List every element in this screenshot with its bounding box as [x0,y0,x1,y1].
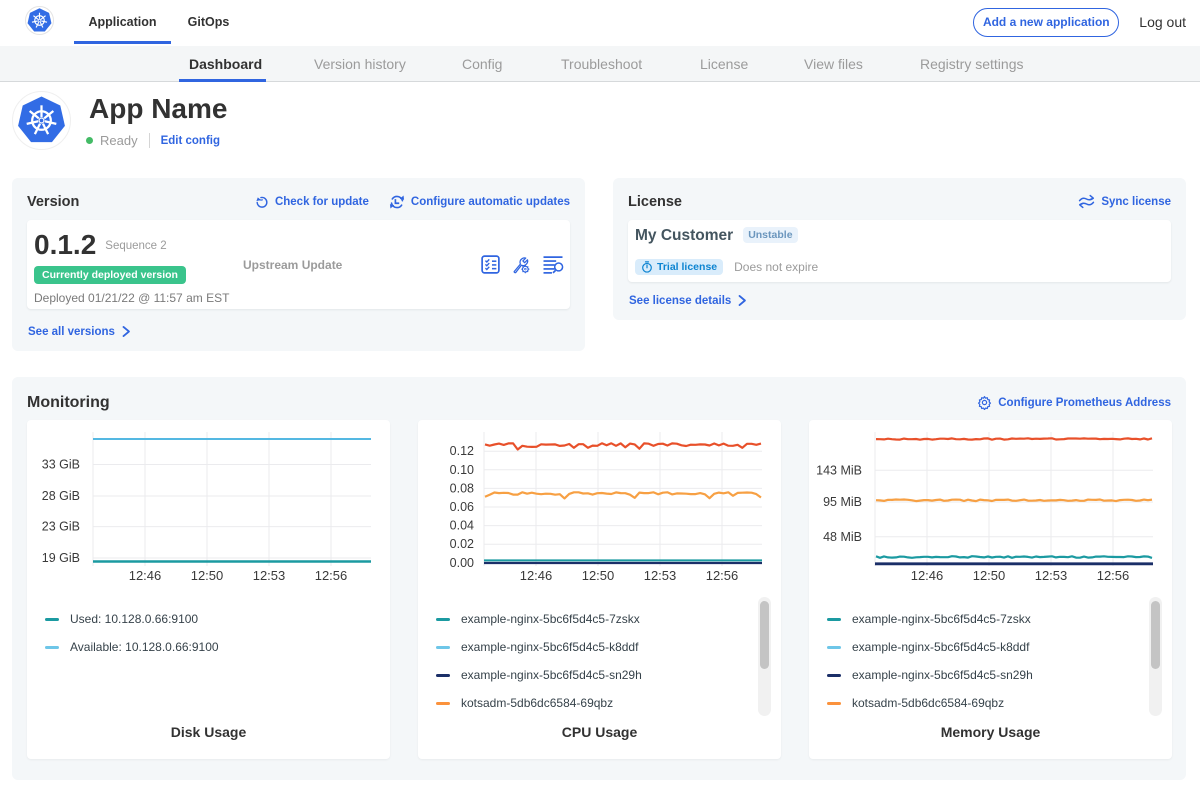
svg-text:12:46: 12:46 [911,568,944,583]
svg-text:0.08: 0.08 [450,481,474,495]
svg-text:12:56: 12:56 [1097,568,1130,583]
svg-text:0.12: 0.12 [450,444,474,458]
svg-text:143 MiB: 143 MiB [816,463,862,477]
svg-text:23 GiB: 23 GiB [42,520,80,534]
svg-text:12:50: 12:50 [973,568,1006,583]
svg-text:48 MiB: 48 MiB [823,530,862,544]
svg-text:0.06: 0.06 [450,500,474,514]
svg-text:12:46: 12:46 [129,568,162,583]
svg-text:0.04: 0.04 [450,519,474,533]
svg-text:12:56: 12:56 [315,568,348,583]
svg-text:12:53: 12:53 [644,568,677,583]
svg-text:95 MiB: 95 MiB [823,495,862,509]
svg-text:19 GiB: 19 GiB [42,551,80,565]
svg-text:28 GiB: 28 GiB [42,489,80,503]
svg-text:12:50: 12:50 [582,568,615,583]
svg-text:33 GiB: 33 GiB [42,458,80,472]
svg-text:12:53: 12:53 [253,568,286,583]
svg-text:12:46: 12:46 [520,568,553,583]
svg-text:0.00: 0.00 [450,556,474,570]
svg-text:12:53: 12:53 [1035,568,1068,583]
svg-text:0.10: 0.10 [450,463,474,477]
svg-text:12:50: 12:50 [191,568,224,583]
svg-text:12:56: 12:56 [706,568,739,583]
svg-text:0.02: 0.02 [450,537,474,551]
